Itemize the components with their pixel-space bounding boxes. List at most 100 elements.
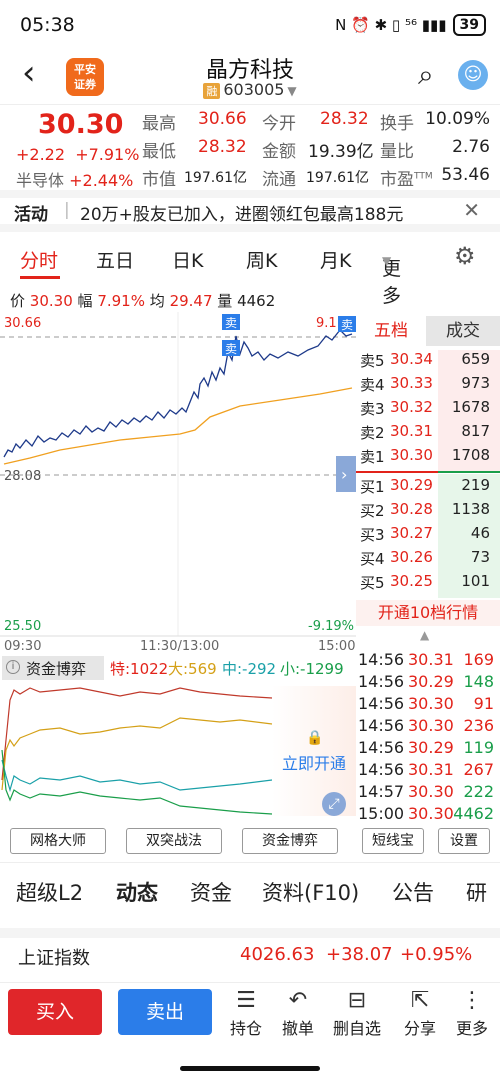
bid-row[interactable]: 买2 30.28 1138 [356, 500, 500, 524]
bid-row[interactable]: 买4 30.26 73 [356, 548, 500, 572]
ask-row[interactable]: 卖5 30.34 659 [356, 350, 500, 374]
close-icon[interactable]: ✕ [463, 198, 480, 222]
bid-label: 买5 [360, 574, 385, 592]
tab-intraday[interactable]: 分时 [20, 246, 58, 273]
index-name: 上证指数 [18, 948, 90, 969]
remove-watchlist-button[interactable]: ⊟ 删自选 [330, 987, 384, 1039]
open-l2-button[interactable]: 开通10档行情 [356, 600, 500, 626]
activity-divider: | [64, 200, 70, 220]
short-term-button[interactable]: 短线宝 [362, 828, 424, 854]
ask-label: 卖4 [360, 376, 385, 394]
positions-icon: ☰ [236, 988, 256, 1013]
positions-button[interactable]: ☰ 持仓 [226, 987, 266, 1039]
vol-label: 量 [217, 292, 233, 310]
trade-qty: 236 [463, 716, 494, 735]
tab-f10[interactable]: 资料(F10) [262, 877, 359, 907]
bid-price: 30.27 [390, 524, 433, 542]
search-icon[interactable]: ⌕ [418, 58, 434, 92]
bid-row[interactable]: 买1 30.29 219 [356, 476, 500, 500]
tab-announcements[interactable]: 公告 [392, 877, 434, 907]
tab-trades[interactable]: 成交 [426, 316, 500, 346]
trade-time: 14:56 [358, 672, 405, 691]
mktcap-label: 市值 [142, 170, 176, 190]
trade-row: 14:57 30.30 222 [356, 782, 500, 804]
fund-xiao-line [1, 749, 273, 815]
trade-qty: 169 [463, 650, 494, 669]
gear-icon[interactable]: ⚙ [454, 242, 476, 270]
bottom-price-label: 25.50 [4, 619, 41, 634]
turnover-value: 10.09% [425, 109, 490, 129]
trade-price: 30.30 [408, 782, 454, 801]
bid-label: 买3 [360, 526, 385, 544]
price-info-line: 价 30.30 幅 7.91% 均 29.47 量 4462 [10, 290, 275, 311]
trade-row: 14:56 30.29 148 [356, 672, 500, 694]
tab-funds[interactable]: 资金 [190, 877, 232, 907]
tab-weekly-k[interactable]: 周K [246, 246, 277, 273]
index-value: 4026.63 [240, 944, 315, 965]
intraday-chart[interactable]: 卖 卖 卖 30.66 9.1 28.08 25.50 -9.19% 09:30… [0, 312, 356, 654]
activity-label: 活动 [14, 205, 48, 225]
price-info-label: 价 [10, 292, 26, 310]
tab-monthly-k[interactable]: 月K [320, 246, 351, 273]
share-button[interactable]: ⇱ 分享 [400, 987, 440, 1039]
buy-button[interactable]: 买入 [8, 989, 102, 1035]
code-dropdown-icon[interactable]: ▼ [287, 84, 296, 98]
stock-code: 603005 [223, 80, 285, 99]
ask-row[interactable]: 卖2 30.31 817 [356, 422, 500, 446]
fullscreen-icon[interactable]: ⤢ [322, 792, 346, 816]
index-pct: +0.95% [400, 944, 473, 965]
fund-game-button[interactable]: 资金博弈 [242, 828, 338, 854]
share-label: 分享 [403, 1019, 436, 1038]
ask-row[interactable]: 卖3 30.32 1678 [356, 398, 500, 422]
tab-5day[interactable]: 五日 [96, 246, 134, 273]
positions-label: 持仓 [229, 1019, 262, 1038]
ask-row[interactable]: 卖4 30.33 973 [356, 374, 500, 398]
settings-button[interactable]: 设置 [438, 828, 490, 854]
trade-price: 30.29 [408, 738, 454, 757]
assistant-icon[interactable]: ☺ [458, 60, 488, 90]
fund-da: 大:569 [168, 660, 217, 678]
index-ticker[interactable]: 上证指数 4026.63 +38.07 +0.95% [0, 928, 500, 982]
amount-value: 19.39亿 [308, 142, 374, 162]
grid-master-button[interactable]: 网格大师 [10, 828, 106, 854]
fund-flow-title: 资金博弈 [26, 660, 87, 678]
bid-price: 30.28 [390, 500, 433, 518]
tab-order-book[interactable]: 五档 [356, 316, 426, 346]
pe-label-text: 市盈 [380, 170, 414, 190]
cancel-order-button[interactable]: ↶ 撤单 [278, 987, 318, 1039]
home-indicator[interactable] [180, 1066, 320, 1071]
pe-sup: TTM [414, 171, 433, 182]
low-label: 最低 [142, 142, 176, 162]
bid-row[interactable]: 买5 30.25 101 [356, 572, 500, 596]
fund-xiao: 小:-1299 [280, 660, 344, 678]
fund-zhong: 中:-292 [222, 660, 277, 678]
lock-icon: 🔒 [306, 730, 324, 746]
stock-header: ‹ 平安 证券 晶方科技 融 603005 ▼ ⌕ ☺ [0, 52, 500, 104]
bid-row[interactable]: 买3 30.27 46 [356, 524, 500, 548]
tab-news[interactable]: 动态 [116, 877, 158, 907]
mktcap-value: 197.61亿 [184, 170, 247, 186]
tab-daily-k[interactable]: 日K [172, 246, 203, 273]
tab-research[interactable]: 研 [466, 877, 487, 907]
double-break-button[interactable]: 双突战法 [126, 828, 222, 854]
trade-price: 30.31 [408, 760, 454, 779]
bid-qty: 73 [470, 548, 490, 566]
trade-row: 14:56 30.29 119 [356, 738, 500, 760]
tab-active-indicator [20, 276, 60, 279]
more-button[interactable]: ⋮ 更多 [452, 987, 492, 1039]
ask-row[interactable]: 卖1 30.30 1708 [356, 446, 500, 470]
volume-ratio-value: 2.76 [452, 137, 490, 157]
sector-row[interactable]: 半导体 +2.44% [16, 167, 133, 191]
unlock-label[interactable]: 立即开通 [282, 750, 346, 774]
ask-qty: 659 [461, 350, 490, 368]
quote-panel: 30.30 +2.22 +7.91% 半导体 +2.44% 最高 30.66 今… [0, 104, 500, 190]
share-icon: ⇱ [410, 988, 430, 1013]
tool-buttons: 网格大师 双突战法 资金博弈 短线宝 设置 [0, 828, 500, 856]
sell-button[interactable]: 卖出 [118, 989, 212, 1035]
volume-ratio-label: 量比 [380, 142, 414, 162]
info-icon[interactable]: i [6, 660, 20, 674]
activity-banner[interactable]: 活动 | 20万+股友已加入，进圈领红包最高188元 ✕ [0, 190, 500, 232]
tab-super-l2[interactable]: 超级L2 [16, 877, 83, 907]
bid-label: 买4 [360, 550, 385, 568]
battery-icon: 39 [452, 14, 486, 36]
